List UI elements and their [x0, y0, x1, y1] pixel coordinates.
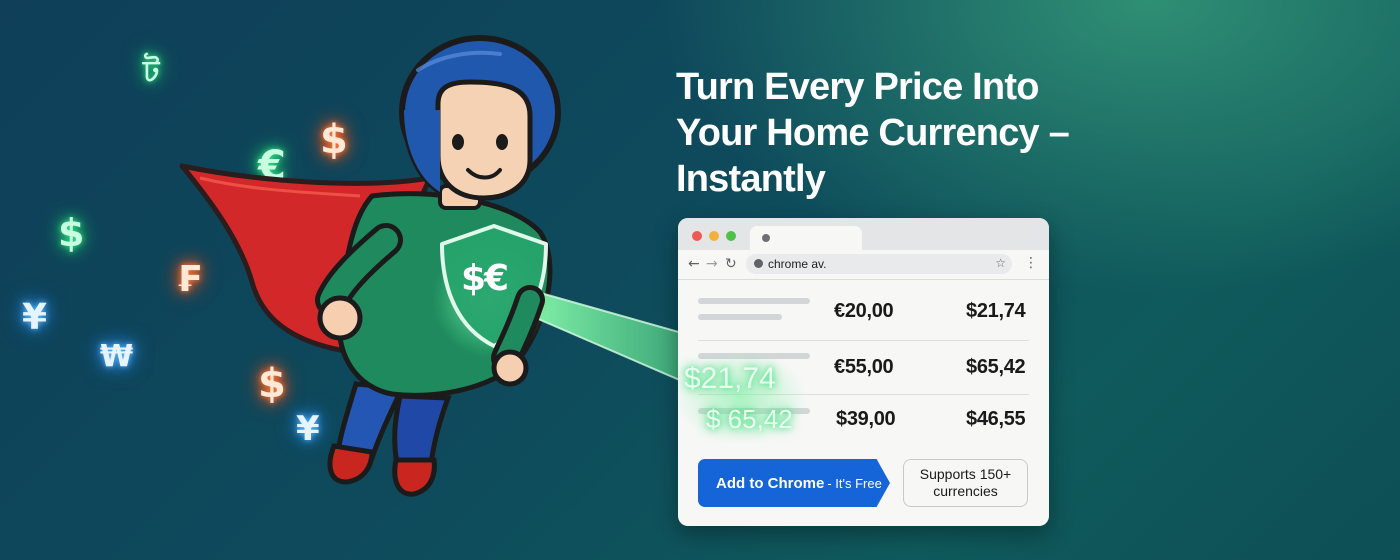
converted-price: $46,55: [966, 408, 1026, 430]
site-info-icon[interactable]: [754, 259, 763, 268]
address-bar-url: chrome av.: [768, 257, 827, 271]
page-headline: Turn Every Price Into Your Home Currency…: [676, 64, 1096, 202]
original-price: €55,00: [834, 356, 894, 378]
hero-banner: ট € $ $ ₣ ¥ ¥ ₩ $ ¥: [0, 0, 1400, 560]
text-placeholder: [698, 298, 810, 304]
forward-arrow-icon[interactable]: →: [706, 255, 718, 273]
add-to-chrome-sublabel: - It's Free: [827, 475, 882, 491]
reload-icon[interactable]: ↻: [725, 255, 737, 273]
chest-currency-symbol: $€: [461, 258, 509, 299]
headline-line-2: Your Home Currency –: [676, 112, 1070, 154]
browser-menu-icon[interactable]: ⋮: [1024, 255, 1038, 271]
maximize-window-icon[interactable]: [726, 231, 736, 241]
browser-titlebar: [678, 218, 1049, 250]
price-row: €20,00 $21,74: [678, 288, 1049, 340]
beam-converted-value: $ 65,42: [706, 404, 793, 434]
supports-currencies-badge[interactable]: Supports 150+ currencies: [903, 459, 1028, 507]
headline-line-3: Instantly: [676, 158, 826, 200]
add-to-chrome-button[interactable]: Add to Chrome - It's Free: [698, 459, 890, 507]
supports-line-1: Supports 150+: [919, 466, 1012, 482]
headline-line-1: Turn Every Price Into: [676, 66, 1039, 108]
converted-price: $65,42: [966, 356, 1026, 378]
tab-favicon-icon: [762, 234, 770, 242]
add-to-chrome-label: Add to Chrome: [716, 474, 825, 492]
address-bar[interactable]: chrome av. ☆: [746, 254, 1012, 274]
supports-line-2: currencies: [933, 483, 998, 499]
original-price: $39,00: [836, 408, 896, 430]
back-arrow-icon[interactable]: ←: [688, 255, 700, 273]
close-window-icon[interactable]: [692, 231, 702, 241]
bookmark-star-icon[interactable]: ☆: [995, 256, 1006, 270]
minimize-window-icon[interactable]: [709, 231, 719, 241]
browser-toolbar: ← → ↻ chrome av. ☆ ⋮: [678, 250, 1049, 280]
beam-converted-value: $21,74: [684, 362, 776, 395]
converted-price: $21,74: [966, 300, 1026, 322]
browser-tab[interactable]: [750, 226, 862, 250]
original-price: €20,00: [834, 300, 894, 322]
text-placeholder: [698, 314, 782, 320]
row-divider: [698, 340, 1029, 341]
